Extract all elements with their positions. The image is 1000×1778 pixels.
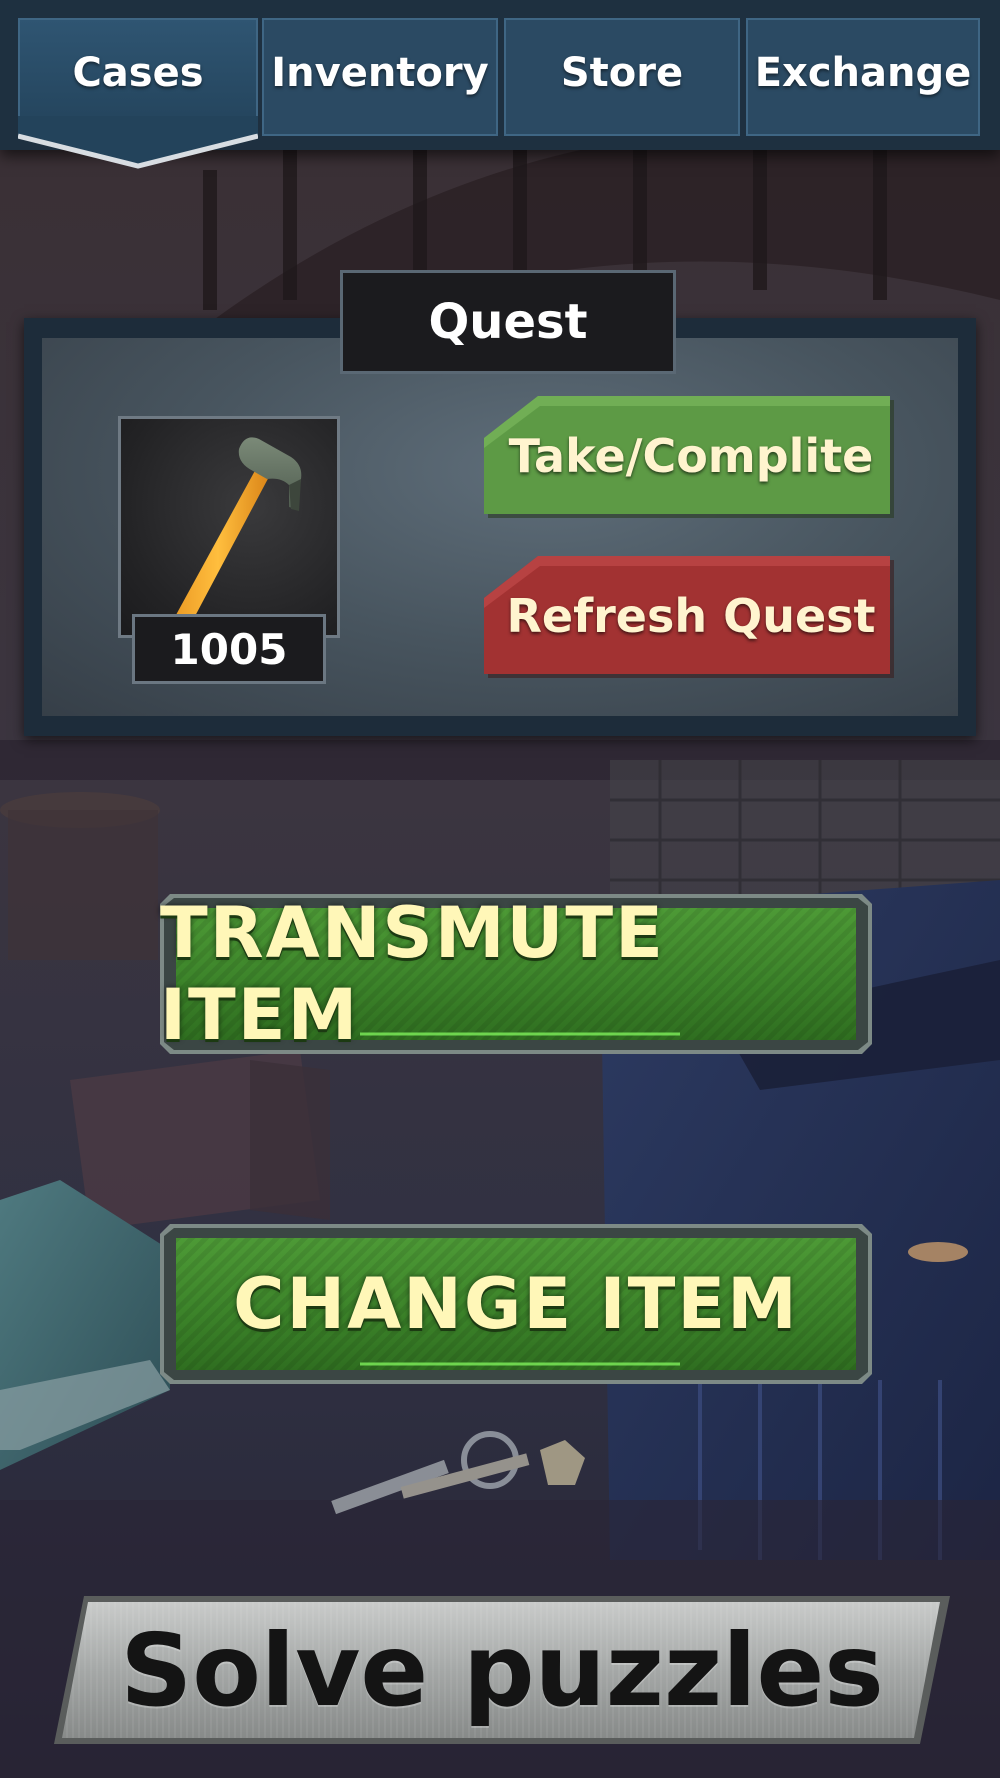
solve-puzzles-button[interactable]: Solve puzzles xyxy=(54,1596,950,1744)
transmute-item-label: TRANSMUTE ITEM xyxy=(160,892,665,1056)
background-scene xyxy=(0,0,1000,1778)
tab-store[interactable]: Store xyxy=(504,18,740,136)
change-item-label: CHANGE ITEM xyxy=(233,1263,799,1345)
tab-inventory[interactable]: Inventory xyxy=(262,18,498,136)
hammer-icon xyxy=(165,437,302,635)
take-complete-button[interactable]: Take/Complite xyxy=(484,396,898,518)
quest-item-count: 1005 xyxy=(132,614,326,684)
change-item-button[interactable]: CHANGE ITEM xyxy=(160,1224,872,1384)
active-tab-pointer xyxy=(18,116,258,169)
tab-exchange[interactable]: Exchange xyxy=(746,18,980,136)
refresh-quest-button[interactable]: Refresh Quest xyxy=(484,556,898,678)
quest-item-slot[interactable] xyxy=(118,416,340,638)
quest-title: Quest xyxy=(340,270,676,374)
solve-puzzles-label: Solve puzzles xyxy=(120,1611,884,1729)
take-complete-label: Take/Complite xyxy=(508,429,874,483)
refresh-quest-label: Refresh Quest xyxy=(506,589,876,643)
transmute-item-button[interactable]: TRANSMUTE ITEM xyxy=(160,892,872,1056)
